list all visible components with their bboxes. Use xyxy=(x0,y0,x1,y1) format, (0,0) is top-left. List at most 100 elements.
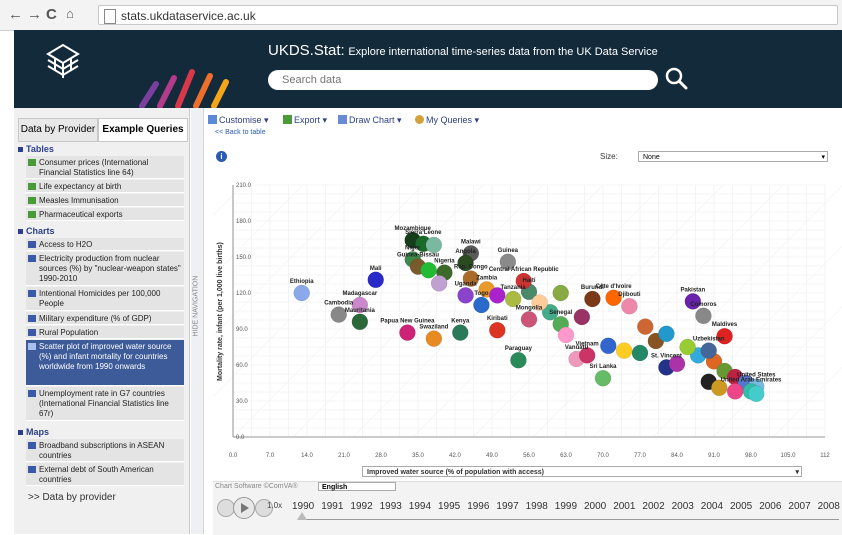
my-queries-menu-button[interactable]: My Queries ▾ xyxy=(415,115,479,126)
list-item-label: Life expectancy at birth xyxy=(39,182,122,191)
list-item-map[interactable]: External debt of South American countrie… xyxy=(26,463,184,486)
list-item-table[interactable]: Pharmaceutical exports xyxy=(26,208,184,221)
scatter-point[interactable] xyxy=(452,324,469,341)
scatter-point[interactable] xyxy=(658,325,675,343)
chart-icon xyxy=(28,255,36,262)
language-dropdown[interactable]: English xyxy=(318,482,396,491)
draw-chart-menu-button[interactable]: Draw Chart ▾ xyxy=(338,115,402,126)
scatter-point[interactable] xyxy=(457,287,474,304)
hide-navigation-toggle[interactable]: HIDE NAVIGATION xyxy=(191,108,204,534)
point-label: Senegal xyxy=(549,310,572,316)
timeline-slider-handle[interactable] xyxy=(297,512,307,520)
browser-toolbar: ← → C ⌂ stats.ukdataservice.ac.uk xyxy=(0,0,842,31)
timeline-year[interactable]: 2001 xyxy=(613,501,635,512)
timeline-year[interactable]: 1990 xyxy=(292,501,314,512)
scatter-point[interactable] xyxy=(748,385,765,403)
forward-arrow-icon[interactable]: → xyxy=(27,6,42,23)
data-by-provider-link[interactable]: >> Data by provider xyxy=(28,492,116,503)
timeline-year[interactable]: 2006 xyxy=(759,501,781,512)
scatter-point[interactable] xyxy=(584,290,601,308)
tab-example-queries[interactable]: Example Queries xyxy=(98,118,188,142)
export-menu-button[interactable]: Export ▾ xyxy=(283,115,327,126)
charts-heading[interactable]: Charts xyxy=(18,226,55,236)
scatter-point[interactable] xyxy=(510,351,527,369)
point-label: Nigeria xyxy=(434,259,455,265)
x-tick-label: 35.0 xyxy=(412,453,424,459)
scatter-point[interactable] xyxy=(399,324,416,341)
site-header: UKDS.Stat: Explore international time-se… xyxy=(14,30,842,108)
x-axis-indicator-dropdown[interactable]: Improved water source (% of population w… xyxy=(362,466,802,477)
scatter-point[interactable] xyxy=(367,271,384,289)
timeline-year[interactable]: 1999 xyxy=(555,501,577,512)
timeline-year[interactable]: 2000 xyxy=(584,501,606,512)
timeline-year[interactable]: 1993 xyxy=(380,501,402,512)
back-arrow-icon[interactable]: ← xyxy=(8,6,23,23)
scatter-point[interactable] xyxy=(557,326,575,344)
reload-icon[interactable]: C xyxy=(46,6,57,23)
timeline-year[interactable]: 2004 xyxy=(701,501,723,512)
play-button[interactable] xyxy=(233,497,255,519)
speed-indicator[interactable]: 1.0x xyxy=(267,501,282,510)
list-item-chart[interactable]: Access to H2O xyxy=(26,238,184,251)
scatter-point[interactable] xyxy=(351,313,369,331)
customise-menu-button[interactable]: Customise ▾ xyxy=(208,115,269,126)
scatter-point[interactable] xyxy=(621,297,638,315)
timeline-year[interactable]: 1995 xyxy=(438,501,460,512)
scatter-point[interactable] xyxy=(637,318,654,335)
chart-icon xyxy=(28,290,36,297)
timeline-year[interactable]: 2005 xyxy=(730,501,752,512)
home-icon[interactable]: ⌂ xyxy=(66,6,74,21)
list-item-map[interactable]: Broadband subscriptions in ASEAN countri… xyxy=(26,439,184,462)
scatter-point[interactable] xyxy=(615,342,633,359)
search-icon[interactable] xyxy=(664,66,688,90)
list-item-chart[interactable]: Electricity production from nuclear sour… xyxy=(26,252,184,286)
map-icon xyxy=(28,442,36,449)
scatter-point[interactable] xyxy=(520,311,538,328)
timeline-year[interactable]: 2002 xyxy=(642,501,664,512)
scatter-point[interactable] xyxy=(600,337,617,355)
tables-heading[interactable]: Tables xyxy=(18,144,54,154)
scatter-point[interactable] xyxy=(293,284,310,302)
point-label: Angola xyxy=(455,249,476,255)
search-input[interactable] xyxy=(268,70,658,90)
point-label: Paraguay xyxy=(505,346,533,352)
scatter-point[interactable] xyxy=(700,342,717,359)
list-item-table[interactable]: Measles Immunisation xyxy=(26,194,184,207)
scatter-point[interactable] xyxy=(573,308,591,326)
list-item-chart[interactable]: Rural Population xyxy=(26,326,184,339)
tab-data-by-provider[interactable]: Data by Provider xyxy=(18,118,98,142)
timeline-year[interactable]: 1997 xyxy=(496,501,518,512)
scatter-point[interactable] xyxy=(489,321,506,339)
list-item-chart-selected[interactable]: Scatter plot of improved water source (%… xyxy=(26,340,184,386)
scatter-chart[interactable]: 0.0 7.0 14.0 21.0 28.0 35.0 42.0 49.0 56.0 63.0 70… xyxy=(213,145,842,465)
scatter-point[interactable] xyxy=(726,383,744,400)
table-icon xyxy=(28,183,36,190)
scatter-point[interactable] xyxy=(594,369,612,387)
list-item-table[interactable]: Life expectancy at birth xyxy=(26,180,184,193)
scatter-point[interactable] xyxy=(425,236,443,254)
timeline-year[interactable]: 1991 xyxy=(321,501,343,512)
list-item-chart[interactable]: Military expenditure (% of GDP) xyxy=(26,312,184,325)
list-item-chart[interactable]: Unemployment rate in G7 countries (Inter… xyxy=(26,387,184,421)
timeline-year[interactable]: 2008 xyxy=(818,501,840,512)
scatter-point[interactable] xyxy=(695,307,712,325)
scatter-point[interactable] xyxy=(425,330,443,347)
timeline-year[interactable]: 2003 xyxy=(672,501,694,512)
scatter-point[interactable] xyxy=(631,344,649,362)
timeline-track[interactable] xyxy=(299,519,839,520)
ukds-logo-icon[interactable] xyxy=(44,40,82,82)
timeline-year[interactable]: 1994 xyxy=(409,501,431,512)
export-icon xyxy=(283,115,292,124)
scatter-point[interactable] xyxy=(552,284,569,302)
timeline-year[interactable]: 1996 xyxy=(467,501,489,512)
list-item-chart[interactable]: Intentional Homicides per 100,000 People xyxy=(26,287,184,311)
list-item-table[interactable]: Consumer prices (International Financial… xyxy=(26,156,184,179)
scatter-point[interactable] xyxy=(430,275,448,292)
scatter-point[interactable] xyxy=(473,296,490,314)
back-to-table-link[interactable]: << Back to table xyxy=(215,129,266,136)
address-bar[interactable]: stats.ukdataservice.ac.uk xyxy=(98,5,838,25)
maps-heading[interactable]: Maps xyxy=(18,427,49,437)
timeline-year[interactable]: 2007 xyxy=(788,501,810,512)
timeline-year[interactable]: 1998 xyxy=(526,501,548,512)
timeline-year[interactable]: 1992 xyxy=(350,501,372,512)
